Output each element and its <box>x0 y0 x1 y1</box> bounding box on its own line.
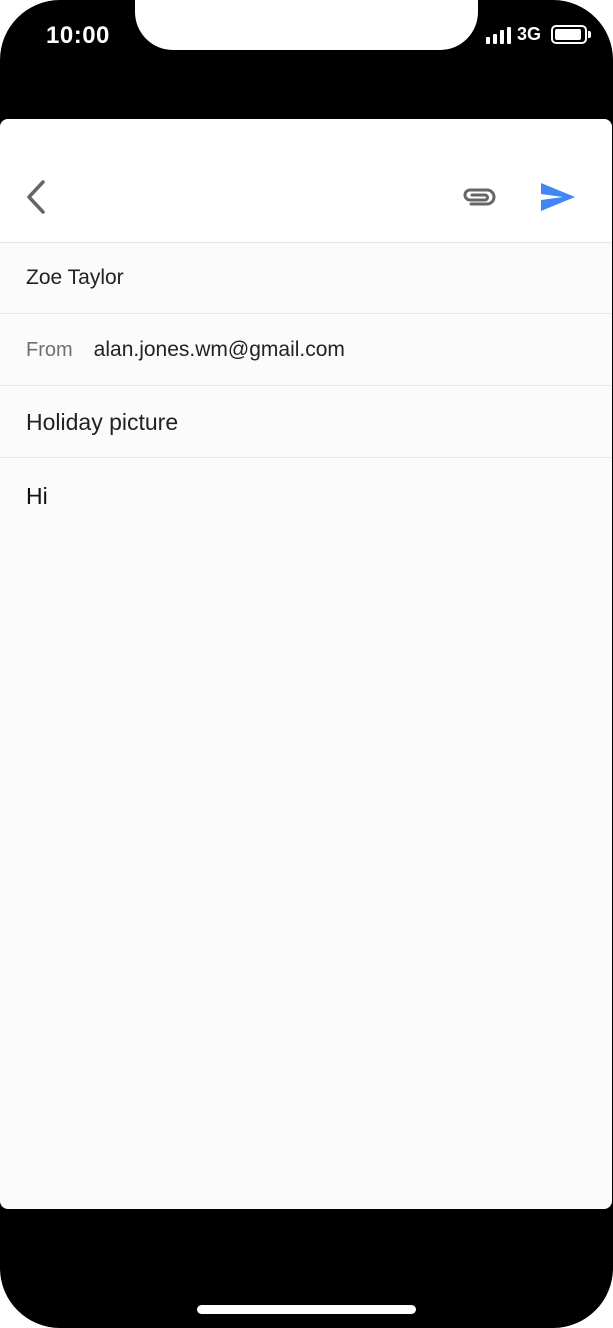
from-field[interactable]: From alan.jones.wm@gmail.com <box>0 315 612 386</box>
home-indicator[interactable] <box>197 1305 416 1314</box>
status-indicators: 3G <box>485 24 591 45</box>
back-button[interactable] <box>18 175 54 219</box>
battery-icon <box>551 25 591 44</box>
attach-button[interactable] <box>456 177 500 217</box>
send-button[interactable] <box>534 175 582 219</box>
subject-field[interactable]: Holiday picture <box>0 387 612 458</box>
subject-text: Holiday picture <box>26 408 179 435</box>
network-type: 3G <box>516 24 541 44</box>
notch <box>135 0 478 50</box>
status-time: 10:00 <box>46 22 110 49</box>
signal-icon <box>485 26 511 44</box>
message-body[interactable]: Hi <box>26 483 48 510</box>
compose-screen: Zoe Taylor From alan.jones.wm@gmail.com … <box>0 119 612 1209</box>
to-field[interactable]: Zoe Taylor <box>0 243 612 314</box>
from-address: alan.jones.wm@gmail.com <box>93 338 345 361</box>
from-label: From <box>26 338 73 361</box>
send-icon <box>541 183 575 211</box>
to-recipient: Zoe Taylor <box>26 266 124 289</box>
chevron-left-icon <box>27 180 45 214</box>
paperclip-icon <box>463 188 496 206</box>
app-bar <box>0 119 612 243</box>
phone-frame: 10:00 3G Zoe Taylor From alan.jones.wm@g… <box>0 0 613 1328</box>
